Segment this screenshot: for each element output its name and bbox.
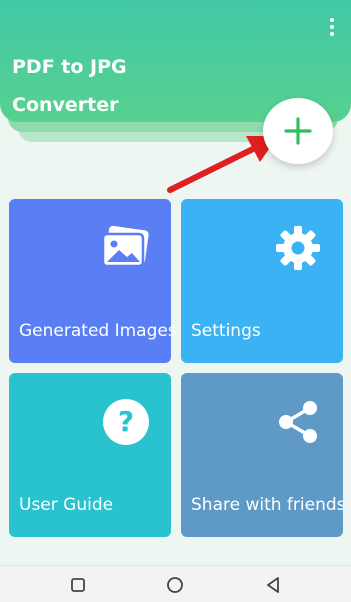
tile-user-guide[interactable]: ? User Guide <box>9 373 171 537</box>
tile-label: Share with friends <box>191 495 346 515</box>
image-icon <box>99 221 153 275</box>
plus-icon <box>284 117 312 145</box>
tile-label: User Guide <box>19 495 114 515</box>
tile-settings[interactable]: Settings <box>181 199 343 363</box>
tile-label: Settings <box>191 321 261 341</box>
back-icon[interactable] <box>263 575 283 595</box>
help-icon: ? <box>99 395 153 449</box>
tile-label: Generated Images <box>19 321 177 341</box>
gear-icon <box>271 221 325 275</box>
app-title: PDF to JPG Converter <box>12 56 127 116</box>
tile-share-with-friends[interactable]: Share with friends <box>181 373 346 537</box>
system-navigation-bar <box>0 565 351 602</box>
overflow-menu-icon[interactable] <box>329 18 335 36</box>
svg-text:?: ? <box>118 405 134 438</box>
add-pdf-button[interactable] <box>263 98 333 164</box>
recents-icon[interactable] <box>68 575 88 595</box>
tile-generated-images[interactable]: Generated Images <box>9 199 177 363</box>
annotation-arrow-icon <box>167 136 278 193</box>
share-icon <box>271 395 325 449</box>
home-icon[interactable] <box>165 575 185 595</box>
